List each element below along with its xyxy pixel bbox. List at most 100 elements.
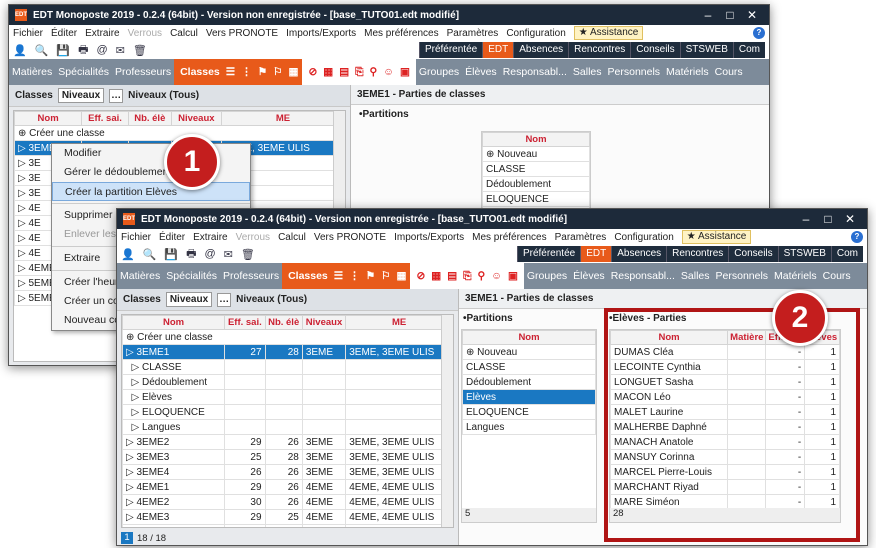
ribbon-tool-icon[interactable]: ☺ xyxy=(491,263,502,289)
ribbon-tool-icon[interactable]: ▦ xyxy=(289,59,299,85)
partition-row[interactable]: Dédoublement xyxy=(482,176,590,192)
ribbon-tab[interactable]: Professeurs xyxy=(220,270,282,282)
table-row[interactable]: ▷ Elèves xyxy=(122,389,453,405)
menu-item[interactable]: Calcul xyxy=(170,28,198,39)
menu-item[interactable]: Paramètres xyxy=(447,28,499,39)
menu-item[interactable]: Configuration xyxy=(614,232,673,243)
help-icon[interactable]: ? xyxy=(851,231,863,243)
menu-item[interactable]: Extraire xyxy=(193,232,227,243)
scrollbar[interactable] xyxy=(441,315,453,527)
top-tab[interactable]: Rencontres xyxy=(568,42,631,58)
ribbon-tab[interactable]: Professeurs xyxy=(112,66,174,78)
top-tab[interactable]: Conseils xyxy=(630,42,680,58)
ribbon-tool-icon[interactable]: ⋮ xyxy=(349,263,360,289)
ribbon-tab[interactable]: Matières xyxy=(9,66,55,78)
top-tab[interactable]: EDT xyxy=(482,42,514,58)
column-header[interactable]: Nb. élè xyxy=(127,111,172,126)
ribbon-tool-icon[interactable]: ⚐ xyxy=(273,59,282,85)
ribbon-tab[interactable]: Matières xyxy=(117,270,163,282)
menu-item[interactable]: Extraire xyxy=(85,28,119,39)
ribbon-tab[interactable]: Matériels xyxy=(663,66,712,78)
column-header[interactable]: Nom xyxy=(482,132,590,147)
column-header[interactable]: Eff. sai. xyxy=(81,111,129,126)
menu-item[interactable]: Éditer xyxy=(51,28,77,39)
maximize-icon[interactable]: □ xyxy=(817,212,839,226)
top-tab[interactable]: Com xyxy=(732,42,765,58)
column-header[interactable]: Niveaux xyxy=(170,111,222,126)
ribbon-tool-icon[interactable]: ⊘ xyxy=(416,263,425,289)
menu-item[interactable]: Verrous xyxy=(128,28,162,39)
partition-row[interactable]: Elèves xyxy=(462,389,596,405)
niveaux-combo[interactable]: Niveaux xyxy=(165,292,213,307)
user-icon[interactable]: 👤 xyxy=(121,248,135,261)
top-tab[interactable]: Préférentée xyxy=(418,42,483,58)
more-button[interactable]: … xyxy=(109,88,124,103)
context-menu-item[interactable]: Gérer le dédoublement xyxy=(52,163,250,182)
ribbon-tool-icon[interactable]: ⚐ xyxy=(381,263,390,289)
ribbon-tool-icon[interactable]: ⚑ xyxy=(366,263,375,289)
table-row[interactable]: ▷ 4EME1 29 26 4EME 4EME, 4EME ULIS xyxy=(122,479,453,495)
ribbon-tool-icon[interactable]: ▦ xyxy=(397,263,407,289)
ribbon-tab-classes[interactable]: Classes ☰ ⋮ ⚑ ⚐ ▦ xyxy=(174,59,303,85)
column-header[interactable]: Nb. élè xyxy=(264,315,303,330)
table-row[interactable]: ▷ ELOQUENCE xyxy=(122,404,453,420)
top-tab[interactable]: Absences xyxy=(513,42,569,58)
top-tab[interactable]: Com xyxy=(830,246,863,262)
print-icon[interactable]: 🖶 xyxy=(186,245,196,264)
menu-item[interactable]: Configuration xyxy=(506,28,565,39)
ribbon-tool-icon[interactable]: ☰ xyxy=(334,263,343,289)
assistance-button[interactable]: ★ Assistance xyxy=(681,230,752,244)
menu-item[interactable]: Imports/Exports xyxy=(286,28,356,39)
table-row[interactable]: ▷ 4EME2 30 26 4EME 4EME, 4EME ULIS xyxy=(122,494,453,510)
menu-item[interactable]: Calcul xyxy=(278,232,306,243)
mail-icon[interactable]: ✉ xyxy=(224,248,233,261)
table-row[interactable]: ▷ 3EME3 25 28 3EME 3EME, 3EME ULIS xyxy=(122,449,453,465)
table-row[interactable]: ▷ 3EME2 29 26 3EME 3EME, 3EME ULIS xyxy=(122,434,453,450)
ribbon-tool-icon[interactable]: ☺ xyxy=(383,59,394,85)
ribbon-tool-icon[interactable]: ▤ xyxy=(339,59,349,85)
ribbon-tab[interactable]: Groupes xyxy=(416,66,462,78)
ribbon-tab[interactable]: Responsabl... xyxy=(500,66,570,78)
ribbon-tab[interactable]: Responsabl... xyxy=(608,270,678,282)
mail-icon[interactable]: ✉ xyxy=(116,44,125,57)
new-partition-row[interactable]: ⊕ Nouveau xyxy=(462,344,596,360)
table-row[interactable]: ▷ CLASSE xyxy=(122,359,453,375)
column-header[interactable]: Nom xyxy=(14,111,83,126)
table-row[interactable]: ▷ Dédoublement xyxy=(122,374,453,390)
close-icon[interactable]: ✕ xyxy=(839,212,861,226)
ribbon-tool-icon[interactable]: ⊘ xyxy=(308,59,317,85)
ribbon-tool-icon[interactable]: ▣ xyxy=(400,59,410,85)
ribbon-tab[interactable]: Groupes xyxy=(524,270,570,282)
partition-row[interactable]: Langues xyxy=(462,419,596,435)
ribbon-tool-icon[interactable]: ⚲ xyxy=(370,59,378,85)
ribbon-tab[interactable]: Cours xyxy=(712,66,746,78)
search-icon[interactable]: 🔍 xyxy=(35,44,49,57)
partition-row[interactable]: ELOQUENCE xyxy=(482,191,590,207)
menu-item[interactable]: Fichier xyxy=(121,232,151,243)
top-tab[interactable]: Rencontres xyxy=(666,246,729,262)
table-row[interactable]: ▷ 4EME3 29 25 4EME 4EME, 4EME ULIS xyxy=(122,509,453,525)
ribbon-tool-icon[interactable]: ⚑ xyxy=(258,59,267,85)
more-button[interactable]: … xyxy=(217,292,232,307)
menu-item[interactable]: Mes préférences xyxy=(472,232,546,243)
ribbon-tab[interactable]: Élèves xyxy=(462,66,500,78)
column-header[interactable]: Nom xyxy=(462,330,596,345)
menu-item[interactable]: Mes préférences xyxy=(364,28,438,39)
ribbon-tab[interactable]: Cours xyxy=(820,270,854,282)
menu-item[interactable]: Vers PRONOTE xyxy=(206,28,278,39)
top-tab[interactable]: Préférentée xyxy=(516,246,581,262)
minimize-icon[interactable]: – xyxy=(795,212,817,226)
ribbon-tab[interactable]: Spécialités xyxy=(163,270,220,282)
maximize-icon[interactable]: □ xyxy=(719,8,741,22)
minimize-icon[interactable]: – xyxy=(697,8,719,22)
email-icon[interactable]: @ xyxy=(97,44,108,56)
menu-item[interactable]: Verrous xyxy=(236,232,270,243)
ribbon-tab[interactable]: Élèves xyxy=(570,270,608,282)
menu-item[interactable]: Paramètres xyxy=(555,232,607,243)
nav-button[interactable]: 1 xyxy=(121,532,133,544)
top-tab[interactable]: Absences xyxy=(611,246,667,262)
table-row[interactable]: ▷ 4EME430264EME4EME, 4EME ULIS xyxy=(122,524,453,527)
ribbon-tool-icon[interactable]: ▤ xyxy=(447,263,457,289)
menu-item[interactable]: Fichier xyxy=(13,28,43,39)
partition-row[interactable]: ELOQUENCE xyxy=(462,404,596,420)
